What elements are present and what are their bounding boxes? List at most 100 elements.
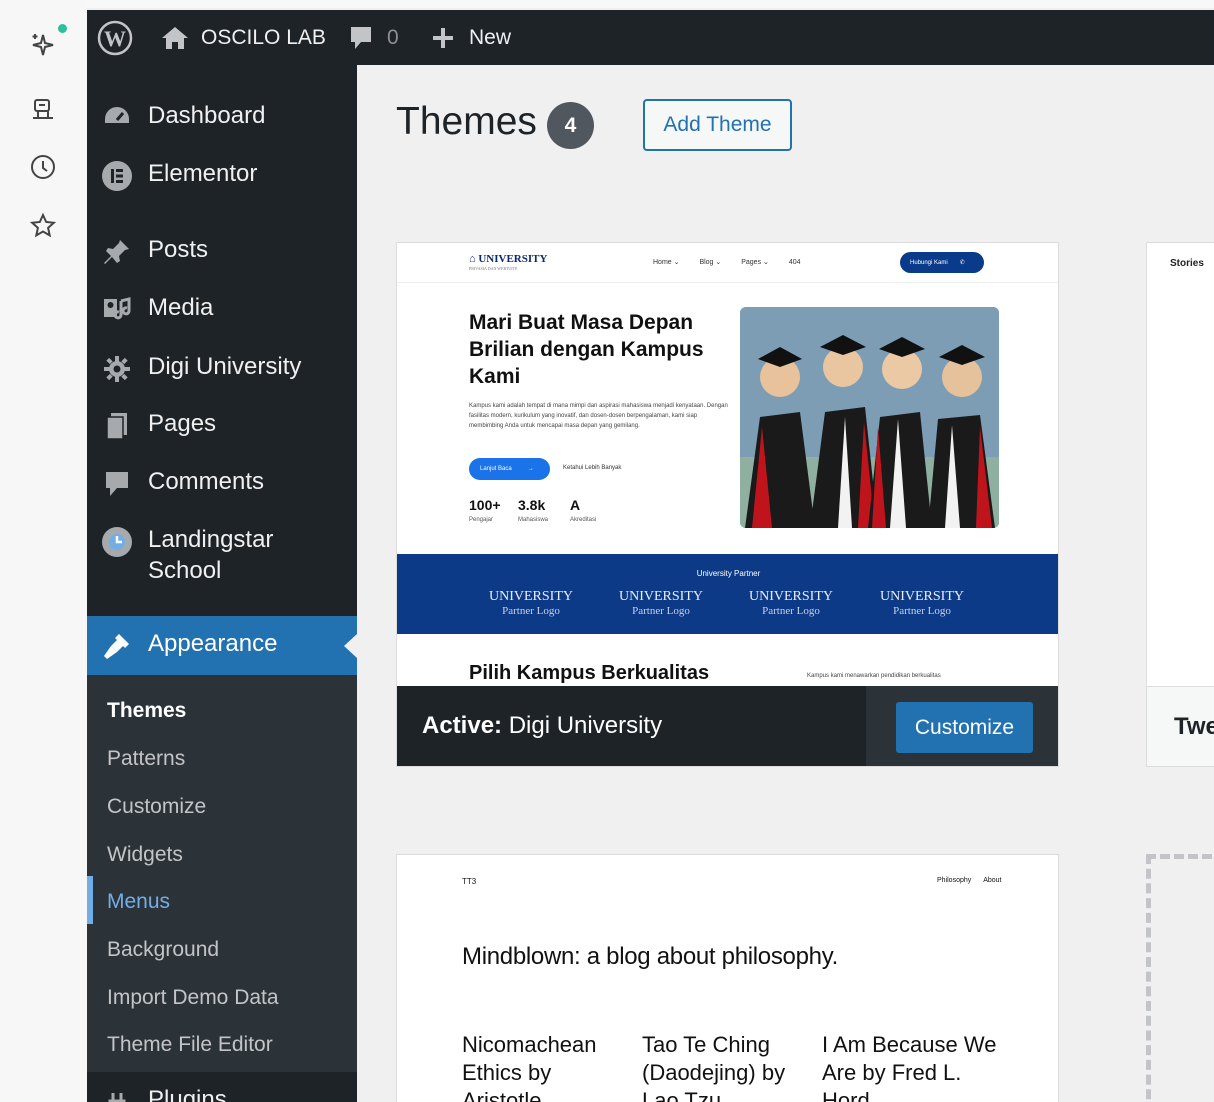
submenu-patterns[interactable]: Patterns xyxy=(107,747,185,771)
preview-nav-link: Home ⌄ xyxy=(653,259,680,266)
landingstar-icon xyxy=(99,524,135,560)
menu-label: Media xyxy=(148,294,214,321)
menu-label: Digi University xyxy=(148,353,302,380)
customize-button[interactable]: Customize xyxy=(896,702,1033,753)
tt3-logo: TT3 xyxy=(462,877,477,886)
theme-card-twenty[interactable]: Stories Twe xyxy=(1146,242,1214,767)
pages-icon xyxy=(99,408,135,444)
notification-dot xyxy=(58,24,67,33)
appearance-submenu: Themes Patterns Customize Widgets Menus … xyxy=(87,675,357,1072)
preview-cta: Hubungi Kami ✆ xyxy=(900,252,984,273)
preview-logo-sub: PRIVASIA DAN WERTUITE xyxy=(469,266,518,271)
arrow-right-icon: → xyxy=(527,466,534,472)
admin-menu: Dashboard Elementor Posts Media Digi Uni… xyxy=(87,65,357,1102)
elementor-icon xyxy=(99,158,135,194)
home-icon xyxy=(161,25,189,51)
menu-label: Elementor xyxy=(148,160,258,187)
submenu-themes[interactable]: Themes xyxy=(107,699,186,723)
preview-stat-label: Mahasiswa xyxy=(518,517,549,523)
dashboard-icon xyxy=(99,100,135,136)
clock-icon[interactable] xyxy=(22,146,64,188)
menus-hover-indicator xyxy=(87,876,93,924)
menu-item-appearance[interactable]: Appearance xyxy=(87,616,357,675)
comments-link[interactable]: 0 xyxy=(349,10,399,65)
preview-stat-value: 3.8k xyxy=(518,497,546,513)
submenu-background[interactable]: Background xyxy=(107,938,219,962)
preview-stat-label: Pengajar xyxy=(469,517,494,523)
preview-cta-label: Hubungi Kami xyxy=(910,259,948,266)
plus-icon xyxy=(431,26,455,50)
robot-icon[interactable] xyxy=(22,87,64,129)
menu-label-line-1: Landingstar xyxy=(148,526,274,553)
twenty-preview-label: Stories xyxy=(1170,258,1204,269)
partner-logo: UNIVERSITY Partner Logo xyxy=(606,589,716,619)
active-theme-label: Active: Digi University xyxy=(422,712,662,740)
active-prefix: Active: xyxy=(422,712,503,739)
paintbrush-icon xyxy=(99,628,135,664)
tt3-nav-link: About xyxy=(983,877,1002,884)
plug-icon xyxy=(99,1084,135,1102)
preview-logo: ⌂ UNIVERSITY PRIVASIA DAN WERTUITE xyxy=(469,253,547,271)
menu-label: Pages xyxy=(148,410,217,437)
preview-logo-icon: ⌂ xyxy=(469,253,479,265)
preview-stat-label: Akreditasi xyxy=(570,517,597,523)
svg-text:W: W xyxy=(104,26,126,51)
preview-nav-link: 404 xyxy=(788,259,801,266)
phone-icon: ✆ xyxy=(959,260,965,266)
partner-logo-sub: Partner Logo xyxy=(762,605,820,617)
preview-stat-value: A xyxy=(570,497,581,513)
preview-hero-title: Mari Buat Masa Depan Brilian dengan Kamp… xyxy=(469,311,704,388)
preview-hero-text: Kampus kami adalah tempat di mana mimpi … xyxy=(469,403,728,429)
star-icon[interactable] xyxy=(22,205,64,247)
menu-item-plugins[interactable]: Plugins xyxy=(87,1072,357,1102)
partner-logo-sub: Partner Logo xyxy=(632,605,690,617)
partner-logo: UNIVERSITY Partner Logo xyxy=(867,589,977,619)
add-theme-button[interactable]: Add Theme xyxy=(643,99,792,151)
tt3-nav: Philosophy About xyxy=(927,877,1002,884)
theme-card-twenty-twenty-three[interactable]: TT3 Philosophy About Mindblown: a blog a… xyxy=(396,854,1059,1102)
partner-logo-name: UNIVERSITY xyxy=(619,589,703,604)
browser-side-rail xyxy=(0,0,87,1102)
pin-icon xyxy=(99,234,135,270)
menu-label: Posts xyxy=(148,236,209,263)
menu-label: Comments xyxy=(148,468,265,495)
site-name: OSCILO LAB xyxy=(201,25,326,49)
menu-label: Dashboard xyxy=(148,102,266,129)
menu-label: Plugins xyxy=(148,1086,227,1102)
tt3-post-title: I Am Because We Are by Fred L. Hord xyxy=(822,1032,997,1102)
tt3-post-title: Nicomachean Ethics by Aristotle xyxy=(462,1032,597,1102)
new-label: New xyxy=(469,25,512,49)
graduates-photo xyxy=(740,307,999,528)
submenu-customize[interactable]: Customize xyxy=(107,795,206,819)
theme-screenshot: ⌂ UNIVERSITY PRIVASIA DAN WERTUITE Home … xyxy=(397,243,1058,686)
partner-logo-name: UNIVERSITY xyxy=(489,589,573,604)
theme-name: Twe xyxy=(1174,713,1214,740)
admin-bar: W OSCILO LAB 0 New xyxy=(87,10,1214,65)
preview-stat-value: 100+ xyxy=(469,497,501,513)
preview-nav: ⌂ UNIVERSITY PRIVASIA DAN WERTUITE Home … xyxy=(397,243,1058,283)
preview-partner-title: University Partner xyxy=(696,569,761,578)
submenu-widgets[interactable]: Widgets xyxy=(107,843,183,867)
site-name-link[interactable]: OSCILO LAB xyxy=(161,10,326,65)
comment-count: 0 xyxy=(387,25,399,49)
preview-nav-link: Blog ⌄ xyxy=(699,259,722,266)
add-new-theme-card[interactable] xyxy=(1146,854,1214,1102)
submenu-menus[interactable]: Menus xyxy=(107,890,170,914)
submenu-theme-file-editor[interactable]: Theme File Editor xyxy=(107,1033,273,1057)
partner-logo-sub: Partner Logo xyxy=(502,605,560,617)
menu-label-two-line: Landingstar School xyxy=(148,524,273,586)
new-content-link[interactable]: New xyxy=(431,10,511,65)
preview-partner-band: University Partner UNIVERSITY Partner Log… xyxy=(397,554,1058,634)
preview-secondary-link: Ketahui Lebih Banyak xyxy=(563,465,622,471)
theme-card-active[interactable]: ⌂ UNIVERSITY PRIVASIA DAN WERTUITE Home … xyxy=(396,242,1059,767)
gear-icon xyxy=(99,351,135,387)
submenu-import-demo-data[interactable]: Import Demo Data xyxy=(107,986,279,1010)
theme-card-footer: Active: Digi University Customize xyxy=(397,686,1058,766)
comment-icon xyxy=(99,466,135,502)
partner-logo-sub: Partner Logo xyxy=(893,605,951,617)
partner-logo: UNIVERSITY Partner Logo xyxy=(476,589,586,619)
partner-logo-name: UNIVERSITY xyxy=(749,589,833,604)
tt3-headline: Mindblown: a blog about philosophy. xyxy=(462,943,838,970)
preview-section-text: Kampus kami menawarkan pendidikan berkua… xyxy=(807,673,941,679)
wordpress-logo-icon[interactable]: W xyxy=(97,10,133,65)
